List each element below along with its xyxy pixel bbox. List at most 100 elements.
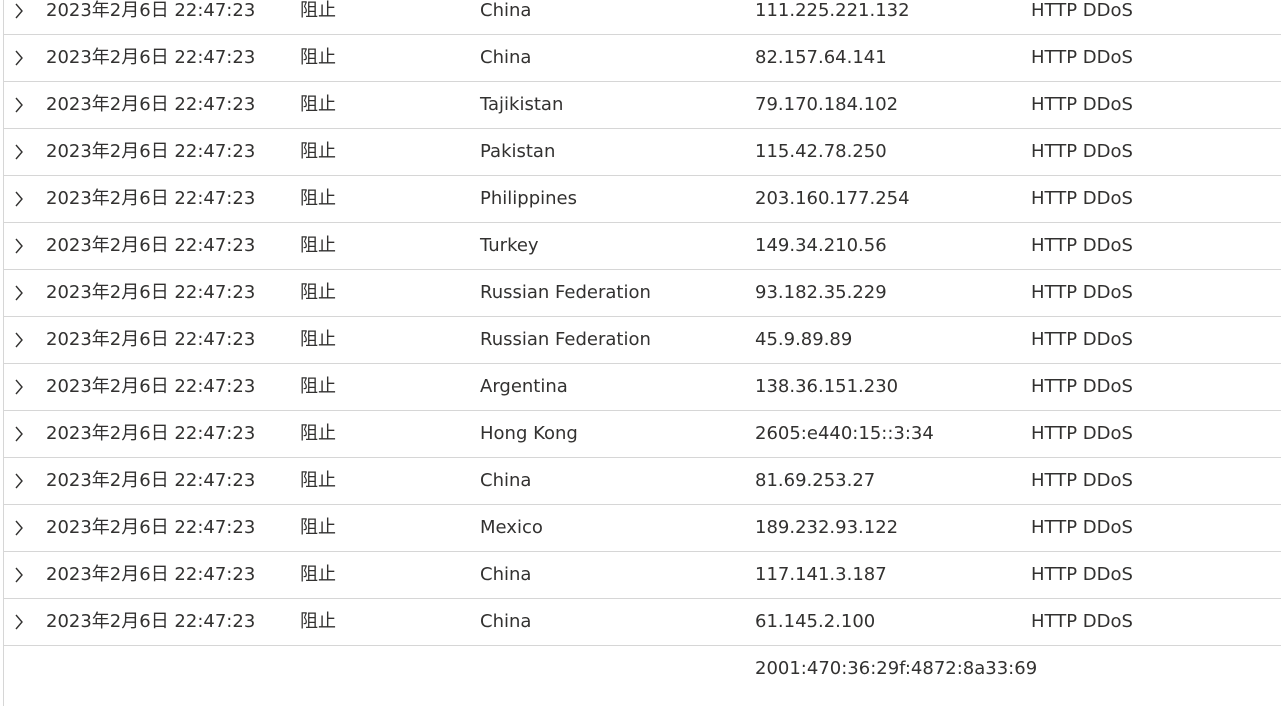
event-ip: 82.157.64.141 — [755, 47, 887, 68]
event-action: 阻止 — [300, 517, 336, 538]
event-action: 阻止 — [300, 564, 336, 585]
event-country: China — [480, 470, 532, 491]
chevron-right-icon[interactable] — [11, 0, 27, 34]
event-time: 2023年2月6日 22:47:23 — [46, 0, 256, 21]
event-rule: HTTP DDoS — [1031, 0, 1133, 21]
table-row[interactable]: 2023年2月6日 22:47:23 阻止 Pakistan 115.42.78… — [4, 129, 1281, 176]
event-rule: HTTP DDoS — [1031, 517, 1133, 538]
event-rule: HTTP DDoS — [1031, 94, 1133, 115]
event-rule: HTTP DDoS — [1031, 188, 1133, 209]
chevron-right-icon[interactable] — [11, 552, 27, 598]
event-time: 2023年2月6日 22:47:23 — [46, 235, 256, 256]
event-action: 阻止 — [300, 329, 336, 350]
event-rule: HTTP DDoS — [1031, 376, 1133, 397]
event-country: Mexico — [480, 517, 543, 538]
table-row[interactable]: 2023年2月6日 22:47:23 阻止 Mexico 189.232.93.… — [4, 505, 1281, 552]
event-time: 2023年2月6日 22:47:23 — [46, 611, 256, 632]
event-action: 阻止 — [300, 611, 336, 632]
table-row[interactable]: 2023年2月6日 22:47:23 阻止 China 81.69.253.27… — [4, 458, 1281, 505]
event-ip: 45.9.89.89 — [755, 329, 853, 350]
table-row[interactable]: 2023年2月6日 22:47:23 阻止 China 111.225.221.… — [4, 0, 1281, 35]
event-country: China — [480, 0, 532, 21]
event-time: 2023年2月6日 22:47:23 — [46, 94, 256, 115]
event-ip: 149.34.210.56 — [755, 235, 887, 256]
event-ip: 189.232.93.122 — [755, 517, 899, 538]
event-rule: HTTP DDoS — [1031, 329, 1133, 350]
chevron-right-icon[interactable] — [11, 176, 27, 222]
table-row[interactable]: 2023年2月6日 22:47:23 阻止 Russian Federation… — [4, 270, 1281, 317]
chevron-right-icon[interactable] — [11, 505, 27, 551]
event-ip: 81.69.253.27 — [755, 470, 876, 491]
table-row[interactable]: 2023年2月6日 22:47:23 阻止 Tajikistan 79.170.… — [4, 82, 1281, 129]
event-country: Argentina — [480, 376, 568, 397]
chevron-right-icon[interactable] — [11, 364, 27, 410]
event-country: China — [480, 564, 532, 585]
event-ip: 93.182.35.229 — [755, 282, 887, 303]
table-row[interactable]: 2001:470:36:29f:4872:8a33:69 — [4, 646, 1281, 706]
event-rule: HTTP DDoS — [1031, 423, 1133, 444]
event-ip: 115.42.78.250 — [755, 141, 887, 162]
event-time: 2023年2月6日 22:47:23 — [46, 188, 256, 209]
event-ip: 2001:470:36:29f:4872:8a33:69 — [755, 658, 1038, 679]
event-ip: 111.225.221.132 — [755, 0, 910, 21]
event-ip: 2605:e440:15::3:34 — [755, 423, 934, 444]
event-action: 阻止 — [300, 0, 336, 21]
event-action: 阻止 — [300, 47, 336, 68]
event-action: 阻止 — [300, 376, 336, 397]
event-country: China — [480, 611, 532, 632]
event-country: Turkey — [480, 235, 539, 256]
event-ip: 117.141.3.187 — [755, 564, 887, 585]
chevron-right-icon[interactable] — [11, 270, 27, 316]
event-action: 阻止 — [300, 235, 336, 256]
event-action: 阻止 — [300, 282, 336, 303]
event-ip: 79.170.184.102 — [755, 94, 899, 115]
table-row[interactable]: 2023年2月6日 22:47:23 阻止 China 61.145.2.100… — [4, 599, 1281, 646]
chevron-right-icon[interactable] — [11, 35, 27, 81]
event-rule: HTTP DDoS — [1031, 564, 1133, 585]
table-row[interactable]: 2023年2月6日 22:47:23 阻止 China 82.157.64.14… — [4, 35, 1281, 82]
event-country: Philippines — [480, 188, 577, 209]
table-row[interactable]: 2023年2月6日 22:47:23 阻止 Argentina 138.36.1… — [4, 364, 1281, 411]
table-row[interactable]: 2023年2月6日 22:47:23 阻止 Russian Federation… — [4, 317, 1281, 364]
event-action: 阻止 — [300, 188, 336, 209]
event-action: 阻止 — [300, 423, 336, 444]
event-rule: HTTP DDoS — [1031, 235, 1133, 256]
event-action: 阻止 — [300, 141, 336, 162]
event-country: Pakistan — [480, 141, 556, 162]
event-country: Hong Kong — [480, 423, 578, 444]
event-action: 阻止 — [300, 470, 336, 491]
chevron-right-icon[interactable] — [11, 599, 27, 645]
event-time: 2023年2月6日 22:47:23 — [46, 282, 256, 303]
event-time: 2023年2月6日 22:47:23 — [46, 564, 256, 585]
event-ip: 138.36.151.230 — [755, 376, 899, 397]
table-row[interactable]: 2023年2月6日 22:47:23 阻止 Turkey 149.34.210.… — [4, 223, 1281, 270]
event-country: Tajikistan — [480, 94, 564, 115]
chevron-right-icon[interactable] — [11, 129, 27, 175]
event-rule: HTTP DDoS — [1031, 47, 1133, 68]
event-rule: HTTP DDoS — [1031, 282, 1133, 303]
events-table: 2023年2月6日 22:47:23 阻止 China 111.225.221.… — [3, 0, 1281, 706]
chevron-right-icon[interactable] — [11, 82, 27, 128]
event-ip: 61.145.2.100 — [755, 611, 876, 632]
chevron-right-icon[interactable] — [11, 223, 27, 269]
event-country: China — [480, 47, 532, 68]
event-rule: HTTP DDoS — [1031, 611, 1133, 632]
event-time: 2023年2月6日 22:47:23 — [46, 141, 256, 162]
event-time: 2023年2月6日 22:47:23 — [46, 517, 256, 538]
event-time: 2023年2月6日 22:47:23 — [46, 47, 256, 68]
event-ip: 203.160.177.254 — [755, 188, 910, 209]
table-row[interactable]: 2023年2月6日 22:47:23 阻止 China 117.141.3.18… — [4, 552, 1281, 599]
chevron-right-icon[interactable] — [11, 317, 27, 363]
chevron-right-icon[interactable] — [11, 458, 27, 504]
table-row[interactable]: 2023年2月6日 22:47:23 阻止 Philippines 203.16… — [4, 176, 1281, 223]
event-rule: HTTP DDoS — [1031, 470, 1133, 491]
event-country: Russian Federation — [480, 282, 651, 303]
table-row[interactable]: 2023年2月6日 22:47:23 阻止 Hong Kong 2605:e44… — [4, 411, 1281, 458]
event-rule: HTTP DDoS — [1031, 141, 1133, 162]
event-time: 2023年2月6日 22:47:23 — [46, 329, 256, 350]
event-time: 2023年2月6日 22:47:23 — [46, 470, 256, 491]
event-time: 2023年2月6日 22:47:23 — [46, 376, 256, 397]
chevron-right-icon[interactable] — [11, 411, 27, 457]
event-action: 阻止 — [300, 94, 336, 115]
event-time: 2023年2月6日 22:47:23 — [46, 423, 256, 444]
